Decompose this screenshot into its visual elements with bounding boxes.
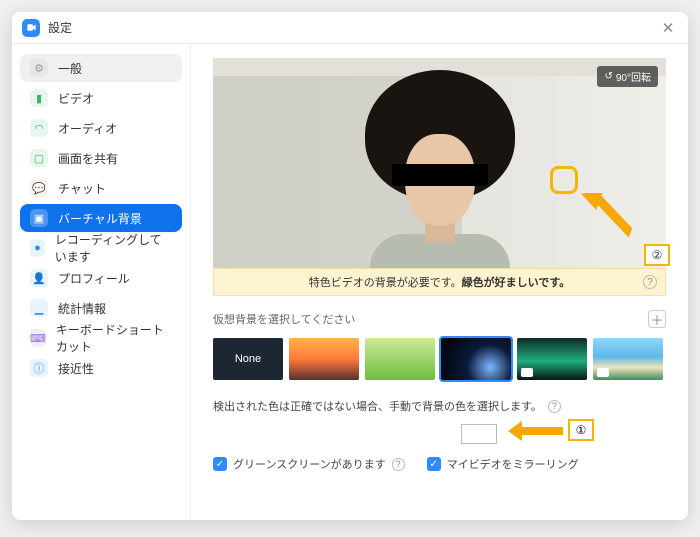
sidebar-item-label: チャット [58, 180, 106, 197]
mirror-option: ✓ マイビデオをミラーリング [427, 456, 579, 472]
warning-text: 特色ビデオの背景が必要です。緑色が好ましいです。 [309, 274, 570, 290]
keyboard-icon: ⌨ [30, 329, 46, 347]
choose-background-section: 仮想背景を選択してください ＋ [213, 310, 666, 328]
sidebar-item-share[interactable]: ▢ 画面を共有 [20, 144, 182, 172]
sidebar-item-chat[interactable]: 💬 チャット [20, 174, 182, 202]
video-indicator-icon [597, 368, 609, 377]
profile-icon: 👤 [30, 269, 48, 287]
thumb-space[interactable] [441, 338, 511, 380]
censor-bar [392, 164, 488, 186]
share-icon: ▢ [30, 149, 48, 167]
rotate-button[interactable]: ↺ 90°回転 [597, 66, 658, 87]
thumb-aurora[interactable] [517, 338, 587, 380]
color-swatch[interactable] [461, 424, 497, 444]
greenscreen-option: ✓ グリーンスクリーンがあります ? [213, 456, 405, 472]
sidebar-item-label: キーボードショートカット [56, 321, 172, 355]
sidebar-item-recording[interactable]: ● レコーディングしています [20, 234, 182, 262]
annotation-arrow-2 [574, 193, 644, 248]
sidebar-item-label: 接近性 [58, 360, 94, 377]
sidebar-item-label: 一般 [58, 60, 82, 77]
record-icon: ● [30, 239, 45, 257]
sidebar-item-keyboard[interactable]: ⌨ キーボードショートカット [20, 324, 182, 352]
color-select-row: ① [213, 420, 666, 448]
person-silhouette [350, 68, 530, 268]
sidebar: ⚙ 一般 ▮ ビデオ ◠ オーディオ ▢ 画面を共有 💬 チャット ▣ バーチャル背景 ● レ… [12, 44, 190, 520]
app-icon [22, 19, 40, 37]
sidebar-item-audio[interactable]: ◠ オーディオ [20, 114, 182, 142]
greenscreen-checkbox[interactable]: ✓ [213, 457, 227, 471]
sidebar-item-accessibility[interactable]: ⓘ 接近性 [20, 354, 182, 382]
sidebar-item-virtual-background[interactable]: ▣ バーチャル背景 [20, 204, 182, 232]
greenscreen-label: グリーンスクリーンがあります [233, 456, 386, 472]
settings-window: 設定 ✕ ⚙ 一般 ▮ ビデオ ◠ オーディオ ▢ 画面を共有 💬 チャット ▣ バーチャル… [12, 12, 688, 520]
thumb-beach[interactable] [593, 338, 663, 380]
annotation-badge-2: ② [644, 244, 670, 266]
window-title: 設定 [48, 19, 658, 36]
mirror-checkbox[interactable]: ✓ [427, 457, 441, 471]
thumb-grass[interactable] [365, 338, 435, 380]
background-icon: ▣ [30, 209, 48, 227]
chat-icon: 💬 [30, 179, 48, 197]
annotation-badge-1: ① [568, 419, 594, 441]
rotate-label: 90°回転 [616, 69, 651, 84]
help-icon[interactable]: ? [548, 400, 561, 413]
warning-bar: 特色ビデオの背景が必要です。緑色が好ましいです。 ? [213, 268, 666, 296]
thumb-golden-gate[interactable] [289, 338, 359, 380]
sidebar-item-label: オーディオ [58, 120, 117, 137]
headphones-icon: ◠ [30, 119, 48, 137]
close-button[interactable]: ✕ [658, 18, 678, 38]
sidebar-item-statistics[interactable]: ▁ 統計情報 [20, 294, 182, 322]
manual-color-row: 検出された色は正確ではない場合、手動で背景の色を選択します。 ? [213, 398, 666, 414]
sidebar-item-label: バーチャル背景 [58, 210, 142, 227]
help-icon[interactable]: ? [392, 458, 405, 471]
video-indicator-icon [521, 368, 533, 377]
background-thumbnails: None [213, 338, 666, 380]
sidebar-item-label: プロフィール [58, 270, 130, 287]
sidebar-item-general[interactable]: ⚙ 一般 [20, 54, 182, 82]
sidebar-item-label: レコーディングしています [55, 231, 172, 265]
stats-icon: ▁ [30, 299, 48, 317]
titlebar: 設定 ✕ [12, 12, 688, 44]
thumb-none[interactable]: None [213, 338, 283, 380]
add-background-button[interactable]: ＋ [648, 310, 666, 328]
window-body: ⚙ 一般 ▮ ビデオ ◠ オーディオ ▢ 画面を共有 💬 チャット ▣ バーチャル背景 ● レ… [12, 44, 688, 520]
gear-icon: ⚙ [30, 59, 48, 77]
annotation-arrow-1 [508, 418, 563, 444]
sidebar-item-label: ビデオ [58, 90, 94, 107]
checkbox-row: ✓ グリーンスクリーンがあります ? ✓ マイビデオをミラーリング [213, 456, 666, 472]
sidebar-item-profile[interactable]: 👤 プロフィール [20, 264, 182, 292]
help-icon[interactable]: ? [643, 275, 657, 289]
mirror-label: マイビデオをミラーリング [447, 456, 579, 472]
sidebar-item-label: 画面を共有 [58, 150, 118, 167]
color-target-highlight [550, 166, 578, 194]
main-panel: ↺ 90°回転 ② 特色ビデオの背景が必要です。緑色が好ましいです。 ? 仮想背景… [190, 44, 688, 520]
thumb-none-label: None [235, 353, 261, 365]
video-preview: ↺ 90°回転 [213, 58, 666, 268]
sidebar-item-video[interactable]: ▮ ビデオ [20, 84, 182, 112]
preview-wrap: ↺90°回転 ② [213, 58, 666, 268]
rotate-icon: ↺ [604, 71, 612, 82]
sidebar-item-label: 統計情報 [58, 300, 106, 317]
video-icon: ▮ [30, 89, 48, 107]
manual-color-text: 検出された色は正確ではない場合、手動で背景の色を選択します。 [213, 398, 542, 414]
choose-background-label: 仮想背景を選択してください [213, 311, 355, 327]
accessibility-icon: ⓘ [30, 359, 48, 377]
